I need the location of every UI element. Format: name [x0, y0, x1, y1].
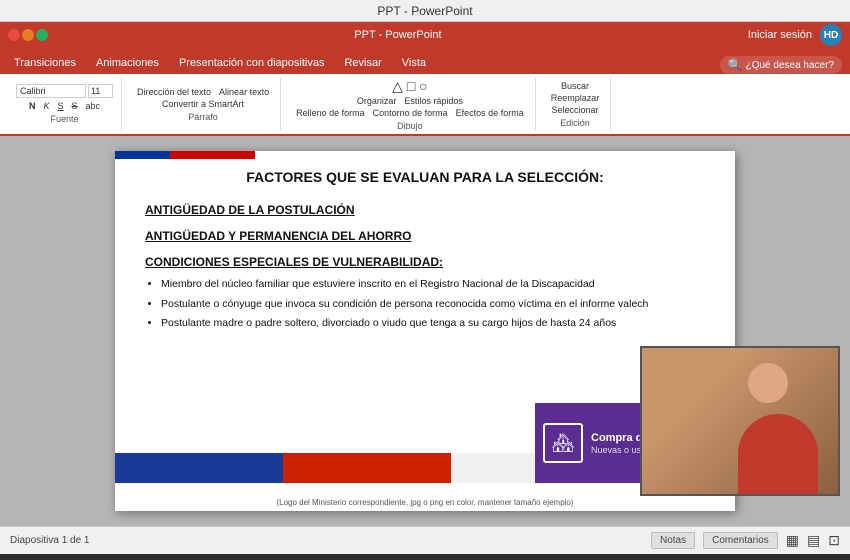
organize-button[interactable]: Organizar — [354, 95, 400, 107]
tab-vista[interactable]: Vista — [392, 52, 436, 74]
slide-content-area: FACTORES QUE SE EVALUAN PARA LA SELECCIÓ… — [115, 151, 735, 357]
bullet-2: Postulante o cónyuge que invoca su condi… — [161, 297, 705, 312]
tab-revisar[interactable]: Revisar — [334, 52, 391, 74]
text-direction-button[interactable]: Dirección del texto — [134, 86, 214, 98]
bold-button[interactable]: N — [26, 100, 39, 112]
person-head-shape — [748, 363, 788, 403]
view-normal-icon[interactable]: ▦ — [786, 532, 799, 549]
italic-button[interactable]: K — [40, 100, 52, 112]
flag-top-bar — [115, 151, 735, 159]
shape-format-row: Relleno de forma Contorno de forma Efect… — [293, 107, 527, 119]
ribbon-group-font: Calibri 11 N K S S abc Fuente — [8, 77, 122, 131]
tab-presentacion[interactable]: Presentación con diapositivas — [169, 52, 335, 74]
login-button[interactable]: Iniciar sesión — [748, 29, 812, 41]
bullet-1: Miembro del núcleo familiar que estuvier… — [161, 277, 705, 292]
bullet-3: Postulante madre o padre soltero, divorc… — [161, 316, 705, 331]
font-controls: Calibri 11 — [16, 84, 113, 98]
effects-shape-button[interactable]: Efectos de forma — [453, 107, 527, 119]
ribbon-tabs: Transiciones Animaciones Presentación co… — [0, 48, 850, 74]
slide-footer: (Logo del Ministerio correspondiente, jp… — [115, 498, 735, 507]
fill-shape-button[interactable]: Relleno de forma — [293, 107, 368, 119]
view-reading-icon[interactable]: ▤ — [807, 532, 820, 549]
comments-button[interactable]: Comentarios — [703, 532, 778, 549]
strikethrough-button[interactable]: S — [69, 100, 81, 112]
font-size-input[interactable]: 11 — [88, 84, 113, 98]
drawing-group-label: Dibujo — [397, 121, 423, 131]
bottom-red-bar — [283, 453, 451, 483]
underline-button[interactable]: S — [54, 100, 66, 112]
flag-blue-segment — [115, 151, 170, 159]
search-bar[interactable]: 🔍 ¿Qué desea hacer? — [720, 56, 842, 74]
app-title: PPT - PowerPoint — [377, 4, 472, 18]
ribbon-group-paragraph: Dirección del texto Alinear texto Conver… — [126, 77, 281, 131]
view-slideshow-icon[interactable]: ⊡ — [828, 532, 840, 549]
paragraph-group-label: Párrafo — [188, 112, 218, 122]
notes-button[interactable]: Notas — [651, 532, 695, 549]
tab-animaciones[interactable]: Animaciones — [86, 52, 169, 74]
editing-group-label: Edición — [560, 118, 590, 128]
flag-red-segment — [170, 151, 255, 159]
shape-icons: △ □ ○ — [392, 78, 427, 95]
outline-shape-button[interactable]: Contorno de forma — [370, 107, 451, 119]
slide-count-label: Diapositiva 1 de 1 — [10, 535, 90, 546]
select-button[interactable]: Seleccionar — [548, 104, 601, 116]
status-bar: Diapositiva 1 de 1 Notas Comentarios ▦ ▤… — [0, 526, 850, 554]
ribbon-top-right: Iniciar sesión HD — [748, 24, 842, 46]
vulnerability-bullets: Miembro del núcleo familiar que estuvier… — [161, 277, 705, 331]
replace-button[interactable]: Reemplazar — [548, 92, 603, 104]
section-heading-3: CONDICIONES ESPECIALES DE VULNERABILIDAD… — [145, 255, 705, 269]
window-close[interactable] — [8, 29, 20, 41]
bottom-white-bar — [451, 453, 535, 483]
ribbon-group-editing: Buscar Reemplazar Seleccionar Edición — [540, 77, 612, 131]
person-body-shape — [738, 414, 818, 494]
section-heading-1: ANTIGÜEDAD DE LA POSTULACIÓN — [145, 203, 705, 217]
slide-main-title: FACTORES QUE SE EVALUAN PARA LA SELECCIÓ… — [145, 169, 705, 185]
section-heading-2: ANTIGÜEDAD Y PERMANENCIA DEL AHORRO — [145, 229, 705, 243]
slide-canvas-area: FACTORES QUE SE EVALUAN PARA LA SELECCIÓ… — [0, 136, 850, 526]
font-format-buttons: N K S S abc — [26, 100, 103, 112]
search-placeholder: ¿Qué desea hacer? — [746, 60, 834, 71]
font-group-label: Fuente — [50, 114, 78, 124]
convert-smartart-button[interactable]: Convertir a SmartArt — [159, 98, 247, 110]
webcam-overlay — [640, 346, 840, 496]
subscript-button[interactable]: abc — [83, 100, 104, 112]
smartart-row: Convertir a SmartArt — [159, 98, 247, 110]
status-right: Notas Comentarios ▦ ▤ ⊡ — [651, 532, 840, 549]
window-title: PPT - PowerPoint — [354, 29, 441, 41]
ribbon-top-bar: PPT - PowerPoint Iniciar sesión HD — [0, 22, 850, 48]
font-name-input[interactable]: Calibri — [16, 84, 86, 98]
banner-building-icon: 🏘 — [543, 423, 583, 463]
bottom-blue-bar — [115, 453, 283, 483]
window-minimize[interactable] — [22, 29, 34, 41]
user-avatar[interactable]: HD — [820, 24, 842, 46]
webcam-person-view — [642, 348, 838, 494]
organize-styles-row: Organizar Estilos rápidos — [354, 95, 466, 107]
status-left: Diapositiva 1 de 1 — [10, 535, 90, 546]
quick-styles-button[interactable]: Estilos rápidos — [401, 95, 466, 107]
paragraph-buttons: Dirección del texto Alinear texto — [134, 86, 272, 98]
find-button[interactable]: Buscar — [558, 80, 592, 92]
title-bar: PPT - PowerPoint — [0, 0, 850, 22]
main-area: FACTORES QUE SE EVALUAN PARA LA SELECCIÓ… — [0, 136, 850, 526]
shapes-palette[interactable]: △ □ ○ — [392, 78, 427, 95]
tab-transiciones[interactable]: Transiciones — [4, 52, 86, 74]
window-maximize[interactable] — [36, 29, 48, 41]
ribbon-group-drawing: △ □ ○ Organizar Estilos rápidos Relleno … — [285, 77, 536, 131]
slide-bottom-bars — [115, 453, 535, 483]
ribbon-content: Calibri 11 N K S S abc Fuente Dirección … — [0, 74, 850, 136]
align-text-button[interactable]: Alinear texto — [216, 86, 272, 98]
